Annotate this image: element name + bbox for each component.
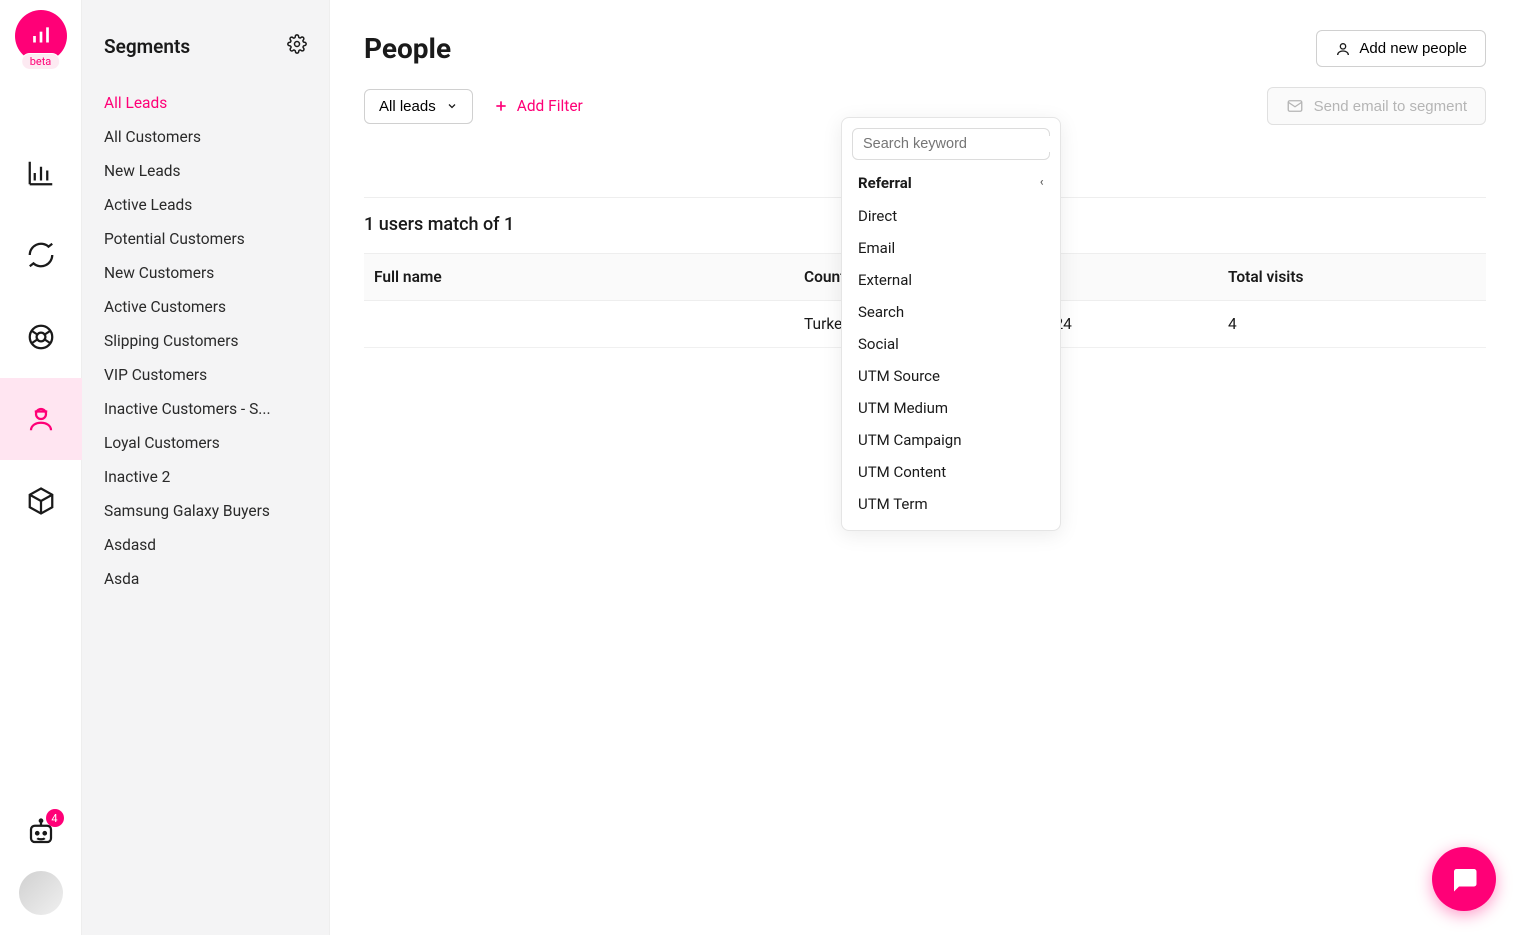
sidebar-header: Segments bbox=[82, 34, 329, 58]
table-cell: 4 bbox=[1218, 301, 1486, 348]
people-icon bbox=[26, 404, 56, 434]
support-icon bbox=[26, 322, 56, 352]
main: People Add new people All leads Add Filt… bbox=[330, 0, 1520, 378]
segments-sidebar: Segments All LeadsAll CustomersNew Leads… bbox=[82, 0, 330, 935]
filter-popover: Referral › DirectEmailExternalSearchSoci… bbox=[841, 117, 1061, 531]
nav-support[interactable] bbox=[0, 296, 82, 378]
gear-icon[interactable] bbox=[287, 34, 307, 58]
sidebar-item[interactable]: New Customers bbox=[82, 256, 329, 290]
sidebar-title: Segments bbox=[104, 35, 190, 58]
add-filter-label: Add Filter bbox=[517, 97, 583, 115]
filter-option[interactable]: UTM Medium bbox=[852, 392, 1050, 424]
filter-option[interactable]: UTM Source bbox=[852, 360, 1050, 392]
segment-dropdown-label: All leads bbox=[379, 98, 436, 115]
sidebar-item[interactable]: All Leads bbox=[82, 86, 329, 120]
sidebar-item[interactable]: Asdasd bbox=[82, 528, 329, 562]
plus-icon bbox=[493, 98, 509, 114]
sidebar-item[interactable]: Potential Customers bbox=[82, 222, 329, 256]
send-email-button[interactable]: Send email to segment bbox=[1267, 87, 1486, 125]
sidebar-item[interactable]: Samsung Galaxy Buyers bbox=[82, 494, 329, 528]
sync-icon bbox=[26, 240, 56, 270]
chat-icon bbox=[1449, 864, 1479, 894]
mail-icon bbox=[1286, 97, 1304, 115]
col-fullname[interactable]: Full name bbox=[364, 254, 794, 301]
filter-option[interactable]: UTM Term bbox=[852, 488, 1050, 520]
avatar[interactable] bbox=[19, 871, 63, 915]
nav-people[interactable] bbox=[0, 378, 82, 460]
sidebar-item[interactable]: Inactive 2 bbox=[82, 460, 329, 494]
beta-badge: beta bbox=[21, 53, 61, 70]
sidebar-item[interactable]: Active Customers bbox=[82, 290, 329, 324]
table-cell bbox=[364, 301, 794, 348]
nav-sync[interactable] bbox=[0, 214, 82, 296]
segments-list: All LeadsAll CustomersNew LeadsActive Le… bbox=[82, 86, 329, 596]
sidebar-item[interactable]: Active Leads bbox=[82, 188, 329, 222]
sidebar-item[interactable]: Inactive Customers - S... bbox=[82, 392, 329, 426]
filter-option-list: DirectEmailExternalSearchSocialUTM Sourc… bbox=[852, 200, 1050, 520]
filter-option[interactable]: UTM Campaign bbox=[852, 424, 1050, 456]
nav-analytics[interactable] bbox=[0, 132, 82, 214]
box-icon bbox=[26, 486, 56, 516]
filter-category-label: Referral bbox=[858, 174, 912, 192]
nav-product[interactable] bbox=[0, 460, 82, 542]
filter-option[interactable]: Social bbox=[852, 328, 1050, 360]
filter-search[interactable] bbox=[852, 128, 1050, 160]
filter-option[interactable]: Direct bbox=[852, 200, 1050, 232]
sidebar-item[interactable]: Loyal Customers bbox=[82, 426, 329, 460]
chart-icon bbox=[26, 158, 56, 188]
sidebar-item[interactable]: VIP Customers bbox=[82, 358, 329, 392]
filter-search-input[interactable] bbox=[863, 136, 1050, 152]
bot-button[interactable]: 4 bbox=[26, 817, 56, 851]
page-title: People bbox=[364, 32, 451, 65]
filter-category-header[interactable]: Referral › bbox=[852, 166, 1050, 200]
logo-wrap: beta bbox=[15, 10, 67, 62]
filter-option[interactable]: External bbox=[852, 264, 1050, 296]
filter-option[interactable]: UTM Content bbox=[852, 456, 1050, 488]
user-icon bbox=[1335, 41, 1351, 57]
filter-option[interactable]: Search bbox=[852, 296, 1050, 328]
sidebar-item[interactable]: All Customers bbox=[82, 120, 329, 154]
sidebar-item[interactable]: Slipping Customers bbox=[82, 324, 329, 358]
send-email-label: Send email to segment bbox=[1314, 98, 1467, 115]
chat-fab[interactable] bbox=[1432, 847, 1496, 911]
sidebar-item[interactable]: New Leads bbox=[82, 154, 329, 188]
iconbar-bottom: 4 bbox=[19, 817, 63, 935]
chevron-down-icon bbox=[446, 100, 458, 112]
bars-icon bbox=[28, 23, 54, 49]
main-header: People Add new people bbox=[364, 30, 1486, 67]
add-filter-button[interactable]: Add Filter bbox=[493, 97, 583, 115]
bot-badge: 4 bbox=[46, 809, 64, 827]
sidebar-item[interactable]: Asda bbox=[82, 562, 329, 596]
add-people-label: Add new people bbox=[1359, 40, 1467, 57]
col-totalvisits[interactable]: Total visits bbox=[1218, 254, 1486, 301]
icon-bar: beta bbox=[0, 0, 82, 935]
chevron-left-icon: › bbox=[1040, 176, 1044, 190]
segment-dropdown[interactable]: All leads bbox=[364, 89, 473, 124]
filter-option[interactable]: Email bbox=[852, 232, 1050, 264]
add-people-button[interactable]: Add new people bbox=[1316, 30, 1486, 67]
